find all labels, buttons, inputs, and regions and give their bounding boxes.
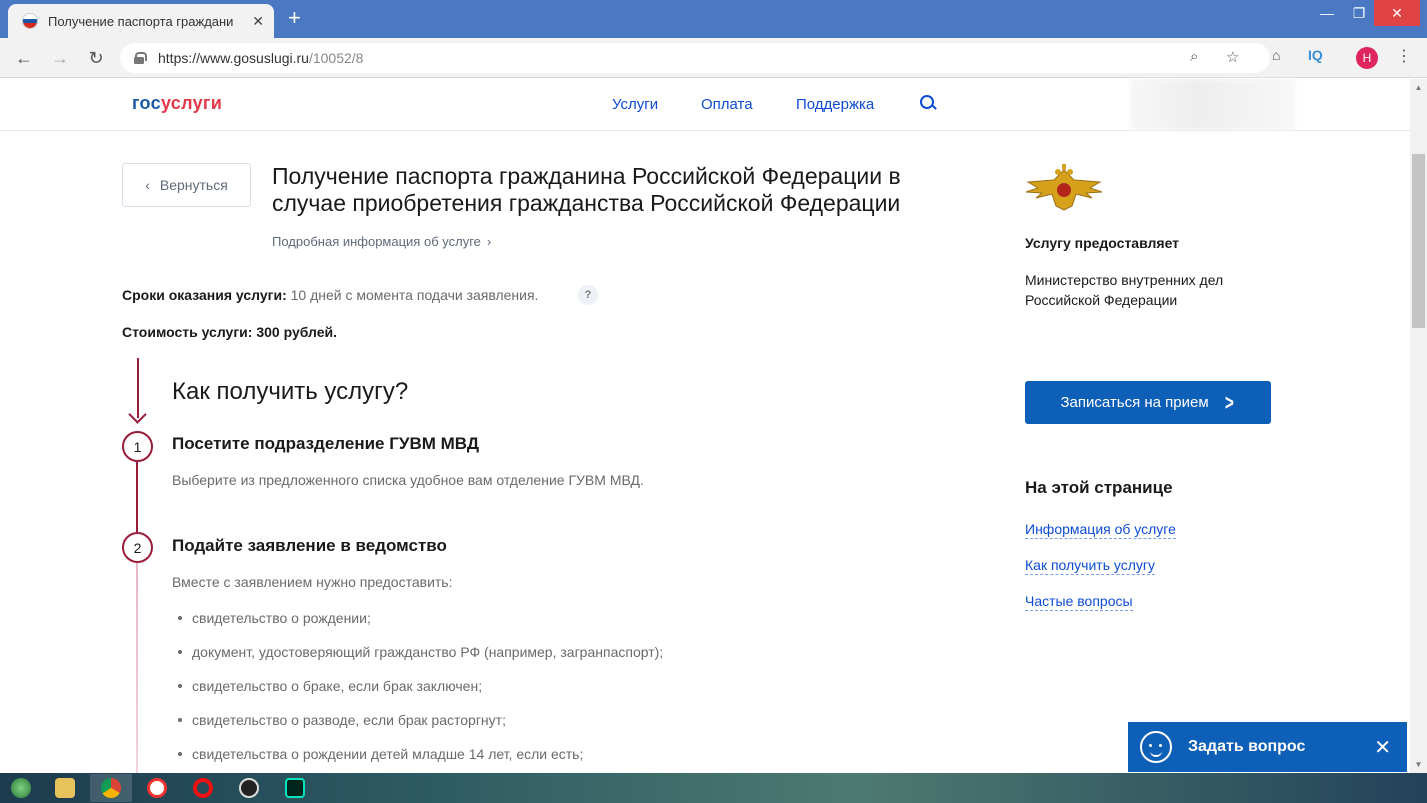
browser-toolbar: ← → ↻ https://www.gosuslugi.ru/10052/8 ⌕…	[0, 38, 1427, 78]
back-arrow-icon[interactable]: ←	[12, 46, 36, 70]
scroll-thumb[interactable]	[1412, 154, 1425, 328]
how-to-get-heading: Как получить услугу?	[172, 378, 409, 405]
step-2-text: Вместе с заявлением нужно предоставить:	[172, 574, 453, 590]
service-details-link[interactable]: Подробная информация об услуге ›	[272, 234, 491, 249]
iq-extension-icon[interactable]: IQ	[1308, 47, 1323, 63]
logo-gos: гос	[132, 93, 161, 113]
chrome-taskbar-icon[interactable]	[90, 774, 132, 802]
browser-tab[interactable]: Получение паспорта граждани ✕	[8, 4, 274, 38]
step-number-2: 2	[122, 532, 153, 563]
ask-question-widget[interactable]: Задать вопрос ✕	[1128, 722, 1407, 772]
opera-taskbar-icon[interactable]	[182, 774, 224, 802]
search-icon[interactable]	[918, 93, 938, 113]
explorer-taskbar-icon[interactable]	[44, 774, 86, 802]
service-details-label: Подробная информация об услуге	[272, 234, 481, 249]
back-button-label: Вернуться	[159, 177, 228, 193]
obs-taskbar-icon[interactable]	[228, 774, 270, 802]
start-button[interactable]	[0, 774, 42, 802]
home-extension-icon[interactable]: ⌂	[1272, 47, 1280, 63]
tab-close-icon[interactable]: ✕	[252, 13, 264, 30]
onpage-link-how[interactable]: Как получить услугу	[1025, 557, 1156, 575]
logo-uslugi: услуги	[160, 93, 223, 113]
step-1-text: Выберите из предложенного списка удобное…	[172, 472, 644, 488]
nav-support-link[interactable]: Поддержка	[796, 96, 874, 113]
list-item: документ, удостоверяющий гражданство РФ …	[176, 642, 663, 676]
forward-arrow-icon[interactable]: →	[48, 46, 72, 70]
audition-taskbar-icon[interactable]	[274, 774, 316, 802]
profile-avatar[interactable]: Н	[1356, 47, 1378, 69]
close-icon[interactable]: ✕	[1374, 735, 1391, 760]
chevron-right-icon: ›	[486, 234, 492, 249]
mvd-emblem-icon	[1025, 164, 1103, 211]
terms-value: 10 дней с момента подачи заявления.	[290, 287, 539, 303]
browser-titlebar: Получение паспорта граждани ✕ + — ❐ ✕	[0, 0, 1427, 38]
russia-flag-favicon-icon	[22, 13, 38, 29]
step-connector-faded	[136, 563, 138, 773]
windows-taskbar	[0, 773, 1427, 803]
provider-name: Министерство внутренних дел Российской Ф…	[1025, 272, 1224, 308]
gosuslugi-logo[interactable]: госуслуги	[132, 93, 222, 114]
reload-icon[interactable]: ↻	[84, 46, 108, 70]
page-title: Получение паспорта гражданина Российской…	[272, 163, 901, 216]
book-appointment-label: Записаться на прием	[1060, 394, 1209, 411]
yandex-taskbar-icon[interactable]	[136, 774, 178, 802]
list-item: свидетельство о разводе, если брак расто…	[176, 710, 663, 744]
chevron-right-icon: >	[1224, 389, 1234, 415]
zoom-icon[interactable]: ⌕	[1190, 48, 1198, 65]
window-minimize-button[interactable]: —	[1312, 0, 1342, 26]
onpage-link-faq[interactable]: Частые вопросы	[1025, 593, 1133, 611]
step-1-title: Посетите подразделение ГУВМ МВД	[172, 434, 479, 453]
provider-label: Услугу предоставляет	[1025, 235, 1180, 251]
url-host: https://www.gosuslugi.ru	[158, 50, 309, 66]
browser-menu-icon[interactable]: ⋮	[1396, 46, 1412, 66]
list-item: свидетельство о рождении;	[176, 608, 663, 642]
step-connector	[136, 462, 138, 532]
user-menu-blurred[interactable]	[1130, 79, 1295, 130]
window-maximize-button[interactable]: ❐	[1344, 0, 1374, 26]
scroll-down-arrow-icon[interactable]: ▼	[1410, 756, 1427, 773]
lock-icon	[134, 52, 147, 64]
new-tab-button[interactable]: +	[288, 6, 301, 30]
service-terms: Сроки оказания услуги: 10 дней с момента…	[122, 287, 538, 303]
book-appointment-button[interactable]: Записаться на прием >	[1025, 381, 1271, 424]
scroll-up-arrow-icon[interactable]: ▲	[1410, 79, 1427, 96]
step-number-1: 1	[122, 431, 153, 462]
address-bar[interactable]: https://www.gosuslugi.ru/10052/8 ⌕ ☆	[120, 43, 1270, 73]
window-close-button[interactable]: ✕	[1374, 0, 1420, 26]
ask-question-label: Задать вопрос	[1188, 738, 1306, 755]
page-scrollbar[interactable]: ▲ ▼	[1410, 79, 1427, 773]
required-documents-list: свидетельство о рождении; документ, удос…	[176, 608, 663, 778]
terms-label: Сроки оказания услуги:	[122, 287, 287, 303]
help-icon[interactable]: ?	[578, 285, 598, 305]
tab-title: Получение паспорта граждани	[48, 13, 234, 29]
service-cost: Стоимость услуги: 300 рублей.	[122, 324, 338, 340]
site-header: госуслуги Услуги Оплата Поддержка	[0, 79, 1410, 131]
nav-payment-link[interactable]: Оплата	[701, 96, 753, 113]
timeline-arrow-icon	[128, 358, 148, 424]
onpage-link-info[interactable]: Информация об услуге	[1025, 521, 1176, 539]
back-button[interactable]: ‹ Вернуться	[122, 163, 251, 207]
list-item: свидетельство о браке, если брак заключе…	[176, 676, 663, 710]
step-2-title: Подайте заявление в ведомство	[172, 536, 447, 555]
bookmark-star-icon[interactable]: ☆	[1226, 48, 1239, 66]
nav-services-link[interactable]: Услуги	[612, 96, 658, 113]
chevron-left-icon: ‹	[145, 177, 150, 193]
operator-icon	[1140, 731, 1172, 763]
on-this-page-heading: На этой странице	[1025, 478, 1173, 497]
url-path: /10052/8	[308, 50, 364, 66]
